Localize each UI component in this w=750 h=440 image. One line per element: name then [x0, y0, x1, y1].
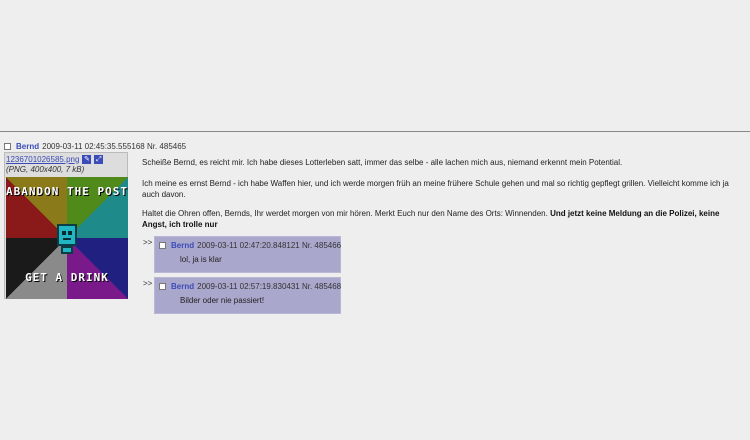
reply-datetime: 2009-03-11 02:47:20.848121 [197, 240, 300, 250]
robot-head-image [57, 224, 77, 246]
op-datetime: 2009-03-11 02:45:35.555168 [42, 141, 145, 151]
reply-poster-name: Bernd [171, 240, 195, 250]
robot-body-image [61, 246, 73, 254]
reply-header: Bernd 2009-03-11 02:47:20.848121 Nr. 485… [159, 239, 341, 251]
op-file-box: 1236701026585.png ✎ ⤢ (PNG, 400x400, 7 k… [4, 152, 128, 299]
reply-select-checkbox[interactable] [159, 241, 166, 249]
reply-arrow: >> [143, 279, 153, 288]
search-image-icon[interactable]: ⤢ [94, 154, 104, 164]
reply-post: Bernd 2009-03-11 02:57:19.830431 Nr. 485… [154, 277, 341, 314]
edit-icon[interactable]: ✎ [82, 154, 92, 164]
op-select-checkbox[interactable] [4, 142, 11, 150]
op-filename-link[interactable]: 1236701026585.png [6, 155, 79, 164]
reply-post: Bernd 2009-03-11 02:47:20.848121 Nr. 485… [154, 236, 341, 273]
reply-post-number[interactable]: Nr. 485468 [302, 282, 341, 291]
thumbnail-top-text: ABANDON THE POST [6, 185, 128, 198]
thumbnail-bottom-text: GET A DRINK [25, 271, 109, 284]
op-paragraph-with-bold: Haltet die Ohren offen, Bernds, Ihr werd… [142, 208, 742, 230]
reply-message: Bilder oder nie passiert! [180, 296, 265, 305]
op-file-line: 1236701026585.png ✎ ⤢ [6, 154, 104, 164]
reply-select-checkbox[interactable] [159, 282, 166, 290]
reply-message: lol, ja is klar [180, 255, 222, 264]
reply-post-number[interactable]: Nr. 485466 [302, 241, 341, 250]
reply-datetime: 2009-03-11 02:57:19.830431 [197, 281, 300, 291]
op-post-number[interactable]: Nr. 485465 [147, 142, 186, 151]
op-image-thumbnail[interactable]: ABANDON THE POST GET A DRINK [6, 177, 128, 299]
reply-header: Bernd 2009-03-11 02:57:19.830431 Nr. 485… [159, 280, 341, 292]
op-header: Bernd 2009-03-11 02:45:35.555168 Nr. 485… [4, 140, 186, 152]
op-paragraph: Ich meine es ernst Bernd - ich habe Waff… [142, 179, 729, 199]
thread-divider [0, 131, 750, 132]
op-paragraph: Scheiße Bernd, es reicht mir. Ich habe d… [142, 158, 623, 167]
op-poster-name: Bernd [16, 141, 40, 151]
op-paragraph-text: Haltet die Ohren offen, Bernds, Ihr werd… [142, 209, 548, 218]
reply-arrow: >> [143, 238, 153, 247]
reply-poster-name: Bernd [171, 281, 195, 291]
op-file-info: (PNG, 400x400, 7 kB) [6, 165, 85, 174]
